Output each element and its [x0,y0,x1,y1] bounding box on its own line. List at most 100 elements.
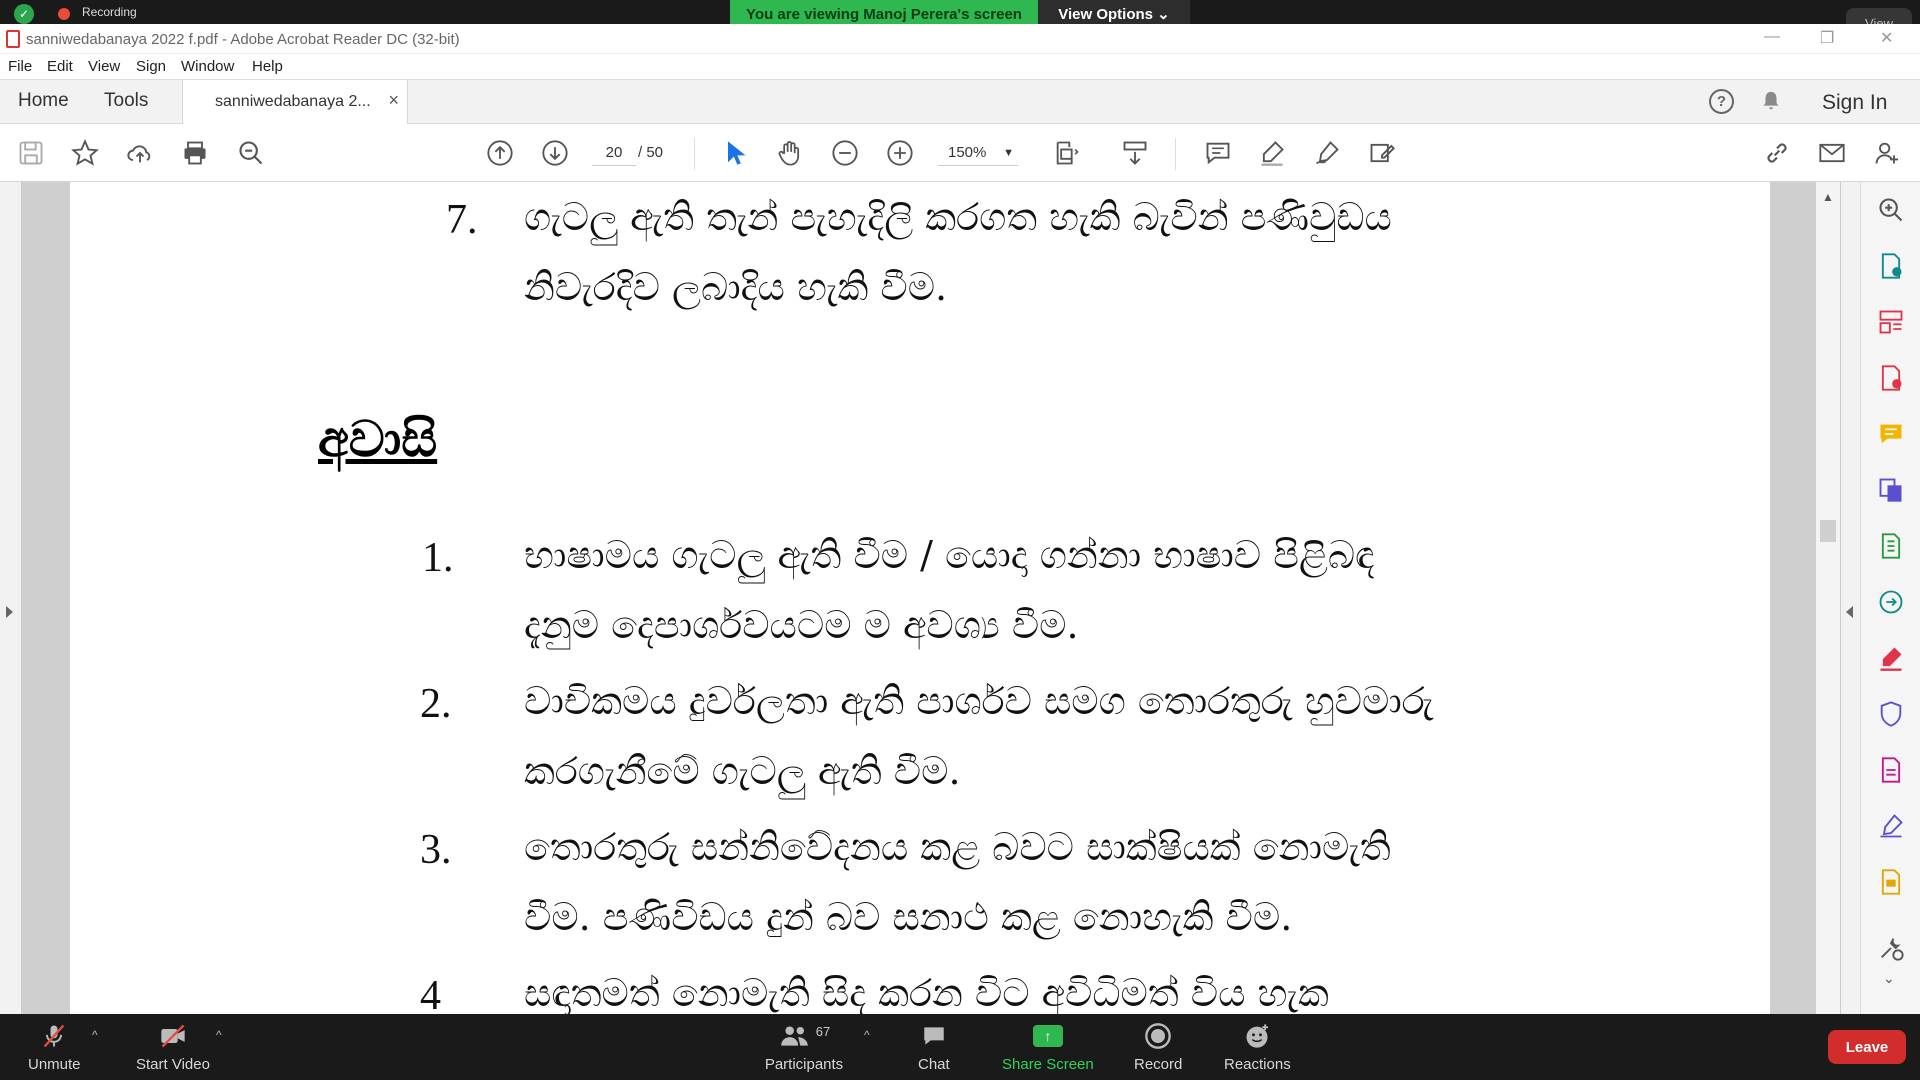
combine-files-icon[interactable] [1877,476,1905,504]
video-off-icon [158,1022,188,1050]
right-panel-toggle[interactable] [1840,182,1860,1014]
acrobat-pdf-icon [6,30,20,48]
export-pdf-icon[interactable] [1877,252,1905,280]
search-icon[interactable] [236,138,266,168]
scroll-mode-icon[interactable] [1120,138,1150,168]
list-item-text: තොරතුරු සන්නිවේදනය කළ බවට සාක්ෂියක් නොමැ… [524,825,1391,869]
chevron-down-icon: ▼ [1003,147,1014,159]
start-video-button[interactable]: Start Video [136,1022,210,1073]
share-link-icon[interactable] [1762,138,1792,168]
menu-edit[interactable]: Edit [47,58,73,75]
page-fit-icon[interactable] [1052,138,1082,168]
zoom-in-icon[interactable] [885,138,915,168]
email-icon[interactable] [1817,138,1847,168]
send-for-review-icon[interactable] [1877,588,1905,616]
zoom-level-value: 150% [948,144,987,161]
tab-document[interactable]: sanniwedabanaya 2... × [182,80,408,124]
fill-sign-icon[interactable] [1877,644,1905,672]
compress-pdf-icon[interactable] [1877,532,1905,560]
select-cursor-icon[interactable] [720,138,750,168]
recording-dot-icon [58,8,70,20]
start-video-label: Start Video [136,1056,210,1073]
draw-sign-icon[interactable] [1312,138,1342,168]
record-icon [1143,1022,1173,1050]
next-page-icon[interactable] [540,138,570,168]
chat-icon [919,1022,949,1050]
stamp-icon[interactable] [1877,868,1905,896]
sign-in-button[interactable]: Sign In [1822,91,1887,115]
comment-icon[interactable] [1203,138,1233,168]
tab-home[interactable]: Home [18,90,69,112]
document-workspace: 7. ගැටලු ඇති තැන් පැහැදිලි කරගත හැකි බැව… [0,182,1920,1014]
menu-bar: File Edit View Sign Window Help [0,54,1920,80]
protect-shield-icon[interactable] [1877,700,1905,728]
menu-sign[interactable]: Sign [136,58,166,75]
left-panel-toggle[interactable] [0,182,22,1014]
reactions-icon [1242,1022,1272,1050]
upload-cloud-icon[interactable] [125,138,155,168]
comment-tool-icon[interactable] [1877,420,1905,448]
menu-view[interactable]: View [88,58,120,75]
list-item-text: වීම. පණිවිඩය දුන් බව සනාථ කළ නොහැකි වීම. [524,895,1293,939]
audio-options-chevron-icon[interactable]: ^ [92,1028,98,1042]
vertical-scrollbar[interactable]: ▲ [1816,182,1840,1014]
unmute-label: Unmute [28,1056,81,1073]
zoom-level-select[interactable]: 150% ▼ [938,140,1018,166]
tab-tools[interactable]: Tools [104,90,148,112]
unmute-button[interactable]: Unmute [28,1022,81,1073]
restore-icon[interactable]: ❐ [1820,28,1834,48]
zoom-out-icon[interactable] [830,138,860,168]
print-icon[interactable] [180,138,210,168]
share-screen-button[interactable]: ↑ Share Screen [1002,1022,1094,1073]
save-icon[interactable] [16,138,46,168]
edit-pdf-icon[interactable] [1877,756,1905,784]
scroll-up-icon[interactable]: ▲ [1822,190,1834,204]
pdf-page: 7. ගැටලු ඇති තැන් පැහැදිලි කරගත හැකි බැව… [70,182,1770,1014]
scrollbar-thumb[interactable] [1820,520,1836,542]
video-options-chevron-icon[interactable]: ^ [216,1028,222,1042]
toolbar-divider [1175,138,1176,170]
zoom-search-icon[interactable] [1877,196,1905,224]
list-item-text: භාෂාමය ගැටලු ඇති වීම / යොදා ගන්නා භාෂාව … [524,533,1375,577]
list-item-text: දැනුම දෙපාර්ශවයටම ම අවශ්‍ය වීම. [524,603,1079,647]
muted-microphone-icon [39,1022,69,1050]
chat-button[interactable]: Chat [918,1022,950,1073]
minimize-icon[interactable]: — [1764,28,1780,46]
hand-tool-icon[interactable] [775,138,805,168]
item-number: 7. [446,197,478,243]
edit-text-icon[interactable] [1367,138,1397,168]
reactions-label: Reactions [1224,1056,1291,1073]
organize-pages-icon[interactable] [1877,308,1905,336]
menu-file[interactable]: File [8,58,32,75]
page-number-input[interactable]: 20 [592,140,636,166]
list-item-text: නිවැරදිව ලබාදිය හැකි වීම. [524,265,948,309]
request-signature-icon[interactable] [1877,812,1905,840]
record-button[interactable]: Record [1134,1022,1182,1073]
menu-help[interactable]: Help [252,58,283,75]
bell-icon[interactable] [1760,89,1782,113]
chat-label: Chat [918,1056,950,1073]
help-icon[interactable]: ? [1709,89,1734,114]
item-number: 3. [420,827,452,873]
close-tab-icon[interactable]: × [388,90,399,111]
participants-count: 67 [815,1023,831,1039]
add-user-icon[interactable] [1872,138,1902,168]
share-screen-icon: ↑ [1032,1022,1063,1050]
chevron-down-icon[interactable]: ⌄ [1883,970,1895,987]
participants-icon: 67 [764,1022,844,1050]
previous-page-icon[interactable] [485,138,515,168]
participants-button[interactable]: 67 Participants [764,1022,844,1074]
menu-window[interactable]: Window [181,58,234,75]
star-icon[interactable] [70,138,100,168]
reactions-button[interactable]: Reactions [1224,1022,1291,1073]
share-screen-label: Share Screen [1002,1056,1094,1073]
leave-button[interactable]: Leave [1828,1030,1906,1064]
close-window-icon[interactable]: ✕ [1880,28,1893,48]
participants-chevron-icon[interactable]: ^ [864,1028,870,1042]
create-pdf-icon[interactable] [1877,364,1905,392]
collapse-right-icon [1846,606,1853,618]
more-tools-icon[interactable] [1877,934,1905,962]
highlight-icon[interactable] [1257,138,1287,168]
security-shield-icon[interactable]: ✓ [14,4,34,24]
tools-pane: ⌄ [1860,182,1920,1014]
